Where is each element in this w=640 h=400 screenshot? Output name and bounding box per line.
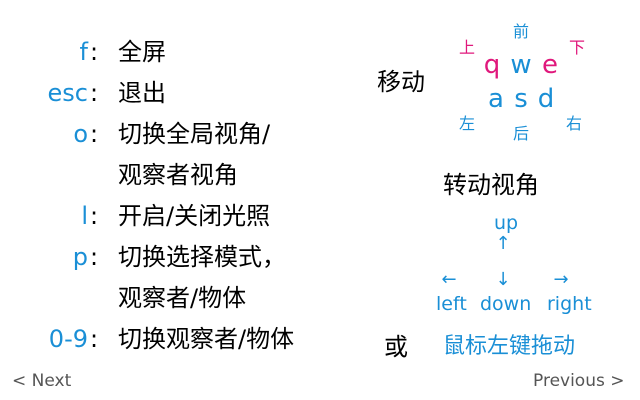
colon: : — [90, 120, 99, 148]
key-e: e — [542, 50, 558, 80]
dir-front: 前 — [512, 22, 529, 41]
up-label: up — [494, 212, 519, 234]
colon: : — [90, 243, 99, 271]
desc-select-mode-line2: 观察者/物体 — [118, 284, 247, 312]
dir-down: 下 — [568, 38, 585, 57]
desc-fullscreen: 全屏 — [118, 38, 166, 66]
down-arrow-icon: ↓ — [495, 269, 511, 290]
colon: : — [90, 202, 99, 230]
key-esc: esc — [47, 79, 88, 107]
up-arrow-icon: ↑ — [495, 233, 511, 254]
desc-select-mode: 切换选择模式， — [118, 243, 286, 271]
key-w: w — [510, 50, 532, 80]
right-label: right — [547, 293, 592, 315]
mouse-drag-label: 鼠标左键拖动 — [443, 334, 576, 359]
desc-switch-view-line2: 观察者视角 — [118, 161, 238, 189]
desc-switch-object: 切换观察者/物体 — [118, 325, 295, 353]
key-o: o — [73, 120, 88, 148]
colon: : — [90, 38, 99, 66]
key-q: q — [483, 50, 501, 80]
dir-left: 左 — [458, 114, 475, 133]
colon: : — [90, 325, 99, 353]
down-label: down — [480, 293, 532, 315]
key-p: p — [72, 243, 88, 271]
move-label: 移动 — [377, 68, 425, 96]
desc-exit: 退出 — [118, 79, 166, 107]
desc-switch-view: 切换全局视角/ — [118, 120, 271, 148]
next-button[interactable]: < Next — [12, 370, 71, 392]
previous-button[interactable]: Previous > — [533, 370, 625, 392]
colon: : — [90, 79, 99, 107]
dir-up: 上 — [458, 38, 475, 57]
key-a: a — [488, 84, 504, 114]
right-arrow-icon: → — [553, 269, 569, 290]
key-f: f — [79, 38, 88, 66]
dir-right: 右 — [565, 114, 582, 133]
left-arrow-icon: ← — [441, 269, 457, 290]
or-label: 或 — [384, 333, 408, 361]
dir-back: 后 — [512, 124, 529, 143]
key-d: d — [537, 84, 555, 114]
key-l: l — [81, 202, 88, 230]
left-label: left — [436, 293, 467, 315]
key-s: s — [514, 84, 528, 114]
key-0-9: 0-9 — [48, 325, 88, 353]
rotate-label: 转动视角 — [443, 171, 539, 199]
desc-lighting: 开启/关闭光照 — [118, 202, 271, 230]
